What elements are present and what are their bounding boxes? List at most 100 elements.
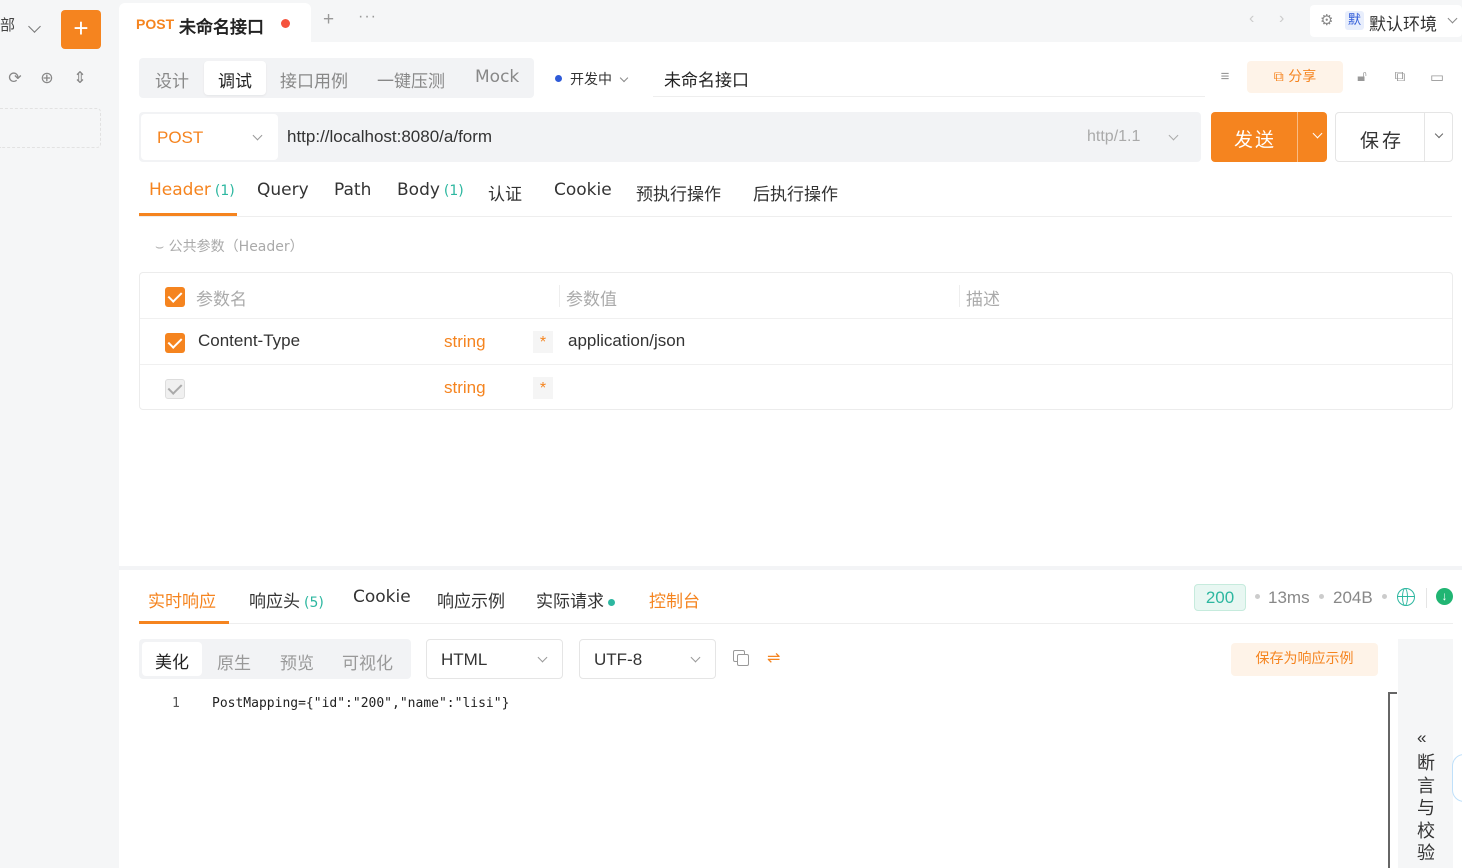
format-preview[interactable]: 预览 [280, 649, 314, 674]
save-label: 保存 [1360, 130, 1405, 152]
assertions-panel-label[interactable]: 断言与校验 [1417, 753, 1437, 866]
tab-actual-request[interactable]: 实际请求 [536, 587, 615, 612]
active-tab-underline [139, 213, 237, 216]
edit-notes-icon[interactable]: ≡ [1216, 68, 1234, 85]
locate-icon[interactable]: ⊕ [37, 68, 57, 88]
env-badge: 默 [1345, 11, 1364, 30]
lock-icon[interactable]: 🔓︎ [1353, 68, 1371, 85]
tab-response-cookie[interactable]: Cookie [353, 587, 411, 607]
tab-scroll-right-icon[interactable]: › [1279, 10, 1284, 28]
tab-console[interactable]: 控制台 [649, 587, 700, 612]
param-type-select[interactable]: string [444, 332, 486, 352]
tab-header[interactable]: Header (1) [149, 180, 235, 200]
response-body[interactable]: 1 PostMapping={"id":"200","name":"lisi"} [139, 690, 1389, 868]
download-icon[interactable]: ↓ [1436, 588, 1453, 605]
url-input[interactable]: http://localhost:8080/a/form [287, 127, 492, 147]
duplicate-icon[interactable]: ⧉ [1391, 68, 1409, 85]
format-raw[interactable]: 原生 [217, 649, 251, 674]
expand-collapse-icon[interactable]: ⇕ [70, 68, 90, 88]
method-value: POST [157, 128, 204, 147]
tab-untitled-api[interactable]: POST 未命名接口 [119, 3, 311, 42]
tab-method: POST [136, 16, 175, 32]
floating-helper-button[interactable] [1452, 754, 1462, 802]
select-all-checkbox[interactable] [165, 287, 185, 307]
col-param-name: 参数名 [196, 290, 247, 310]
group-select[interactable]: 部 [0, 14, 15, 35]
tab-response-headers[interactable]: 响应头 (5) [249, 587, 324, 612]
archive-icon[interactable]: ▭ [1428, 68, 1446, 86]
gear-icon[interactable]: ⚙ [1320, 11, 1333, 29]
row-checkbox[interactable] [165, 333, 185, 353]
copy-icon[interactable] [733, 650, 749, 666]
tab-path[interactable]: Path [334, 180, 371, 200]
chevron-down-icon[interactable] [1312, 128, 1323, 139]
globe-icon[interactable] [1397, 587, 1415, 606]
tab-auth[interactable]: 认证 [488, 180, 522, 205]
method-select[interactable]: POST [141, 114, 278, 160]
tab-query[interactable]: Query [257, 180, 309, 200]
search-box[interactable] [0, 108, 101, 148]
param-value-input[interactable]: application/json [568, 331, 685, 351]
tab-title: 未命名接口 [179, 18, 264, 38]
chevron-down-icon[interactable] [28, 20, 41, 33]
response-size: 204B [1333, 588, 1373, 607]
mode-cases[interactable]: 接口用例 [280, 67, 348, 92]
table-row: string * [140, 365, 1452, 411]
refresh-icon[interactable]: ⟳ [5, 68, 25, 88]
chevron-down-icon [537, 652, 548, 663]
row-checkbox[interactable] [165, 379, 185, 399]
api-name-input[interactable]: 未命名接口 [664, 66, 749, 91]
resize-handle[interactable] [119, 566, 1462, 570]
status-dot-icon [555, 75, 562, 82]
tab-cookie[interactable]: Cookie [554, 180, 612, 200]
param-name-input[interactable]: Content-Type [198, 331, 300, 351]
col-description: 描述 [966, 290, 1000, 310]
col-param-value: 参数值 [566, 290, 617, 310]
mode-debug[interactable]: 调试 [204, 61, 266, 95]
environment-select[interactable]: ⚙ 默 默认环境 [1310, 5, 1462, 37]
required-toggle[interactable]: * [533, 377, 553, 399]
tab-scroll-left-icon[interactable]: ‹ [1249, 10, 1254, 28]
response-time: 13ms [1268, 588, 1310, 607]
add-button[interactable]: + [61, 10, 101, 49]
scrollbar[interactable] [1388, 692, 1397, 868]
share-button[interactable]: ⧉ 分享 [1247, 61, 1343, 93]
chevron-down-icon [690, 652, 701, 663]
word-wrap-icon[interactable]: ⇌ [767, 648, 780, 668]
format-pretty[interactable]: 美化 [142, 642, 202, 676]
status-label: 开发中 [570, 72, 612, 88]
send-button[interactable]: 发送 [1211, 112, 1327, 162]
protocol-select[interactable]: http/1.1 [1087, 128, 1140, 146]
common-params-label: 公共参数（Header） [168, 239, 304, 255]
tab-body[interactable]: Body (1) [397, 180, 464, 200]
active-tab-underline [139, 621, 229, 624]
status-select[interactable]: 开发中 [555, 69, 629, 89]
more-icon[interactable]: ··· [358, 8, 377, 26]
chevron-down-icon[interactable] [1434, 129, 1444, 139]
divider [1424, 113, 1425, 161]
chevron-down-icon[interactable] [1168, 130, 1179, 141]
new-tab-icon[interactable]: + [323, 9, 334, 31]
separator-dot [1382, 594, 1387, 599]
param-type-select[interactable]: string [444, 378, 486, 398]
save-as-example-button[interactable]: 保存为响应示例 [1231, 643, 1378, 676]
tab-post-actions[interactable]: 后执行操作 [753, 180, 838, 205]
tab-bar: POST 未命名接口 + ··· ‹ › ⚙ 默 默认环境 [119, 0, 1462, 42]
divider [1426, 588, 1427, 608]
view-type-select[interactable]: HTML [426, 639, 563, 679]
tab-response-example[interactable]: 响应示例 [437, 587, 505, 612]
common-params-toggle[interactable]: ⌣ 公共参数（Header） [155, 236, 304, 256]
mode-stress-test[interactable]: 一键压测 [377, 67, 445, 92]
format-visualize[interactable]: 可视化 [342, 649, 393, 674]
table-header: 参数名 参数值 描述 [140, 273, 1452, 319]
save-button[interactable]: 保存 [1335, 112, 1453, 162]
expand-panel-icon[interactable]: « [1417, 728, 1426, 748]
mode-mock[interactable]: Mock [475, 67, 519, 87]
tab-pre-actions[interactable]: 预执行操作 [636, 180, 721, 205]
required-toggle[interactable]: * [533, 331, 553, 353]
mode-design[interactable]: 设计 [155, 67, 189, 92]
tab-live-response[interactable]: 实时响应 [148, 587, 216, 612]
divider [959, 285, 960, 307]
encoding-select[interactable]: UTF-8 [579, 639, 716, 679]
params-table: 参数名 参数值 描述 Content-Type string * applica… [139, 272, 1453, 410]
